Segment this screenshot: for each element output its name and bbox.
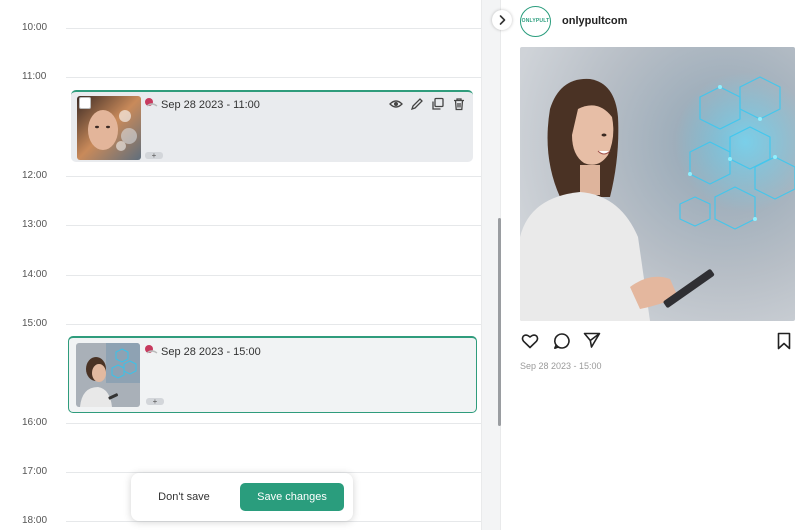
hour-label: 15:00	[22, 318, 48, 329]
bookmark-icon[interactable]	[775, 332, 793, 350]
trash-icon[interactable]	[452, 97, 466, 111]
hour-label: 14:00	[22, 269, 48, 280]
comment-icon[interactable]	[553, 332, 571, 350]
hour-label: 18:00	[22, 515, 48, 526]
hour-row: 11:00	[0, 71, 481, 82]
post-thumbnail	[76, 343, 140, 407]
scheduled-post-card[interactable]: Sep 28 2023 - 11:00 +	[71, 90, 473, 162]
hour-line	[66, 77, 481, 78]
eye-icon[interactable]	[389, 97, 403, 111]
hour-line	[66, 176, 481, 177]
hour-row: 10:00	[0, 22, 481, 33]
post-preview-panel: ONLYPULT onlypultcom Sep 28 2023 - 15:00	[501, 0, 800, 530]
copy-icon[interactable]	[431, 97, 445, 111]
hour-line	[66, 521, 481, 522]
hour-row: 16:00	[0, 417, 481, 428]
post-date-label: Sep 28 2023 - 15:00	[161, 346, 261, 358]
hour-label: 17:00	[22, 466, 48, 477]
account-avatar: ONLYPULT	[520, 6, 551, 37]
collapse-preview-button[interactable]	[492, 10, 512, 30]
account-name: onlypultcom	[562, 15, 628, 27]
hour-line	[66, 275, 481, 276]
hour-label: 10:00	[22, 22, 48, 33]
hour-line	[66, 28, 481, 29]
hour-line	[66, 423, 481, 424]
preview-post-date: Sep 28 2023 - 15:00	[520, 361, 602, 371]
chevron-right-icon	[499, 15, 506, 25]
unsaved-changes-bar: Don't save Save changes	[131, 473, 353, 521]
hour-row: 12:00	[0, 170, 481, 181]
hour-row: 13:00	[0, 219, 481, 230]
dont-save-button[interactable]: Don't save	[147, 486, 221, 508]
hour-label: 11:00	[22, 71, 47, 82]
scheduled-post-card-selected[interactable]: Sep 28 2023 - 15:00 +	[68, 336, 477, 413]
post-date-label: Sep 28 2023 - 11:00	[161, 99, 260, 111]
instagram-network-icon	[145, 345, 158, 354]
heart-icon[interactable]	[521, 332, 539, 350]
hour-label: 12:00	[22, 170, 48, 181]
avatar-logo-text: ONLYPULT	[521, 18, 550, 24]
hour-label: 16:00	[22, 417, 48, 428]
hour-row: 14:00	[0, 269, 481, 280]
calendar-day-view: 10:00 11:00 12:00 13:00 14:00 15:00 16:0…	[0, 0, 481, 530]
hour-line	[66, 324, 481, 325]
hour-row: 15:00	[0, 318, 481, 329]
post-card-actions	[389, 97, 466, 111]
pencil-icon[interactable]	[410, 97, 424, 111]
post-image	[520, 47, 795, 321]
post-select-checkbox[interactable]	[79, 97, 91, 109]
instagram-network-icon	[145, 98, 158, 107]
send-icon[interactable]	[583, 331, 601, 349]
hour-row: 18:00	[0, 515, 481, 526]
save-changes-button[interactable]: Save changes	[240, 483, 344, 511]
add-tag-button[interactable]: +	[146, 398, 164, 406]
add-tag-button[interactable]: +	[145, 152, 163, 160]
hour-label: 13:00	[22, 219, 48, 230]
hour-line	[66, 225, 481, 226]
